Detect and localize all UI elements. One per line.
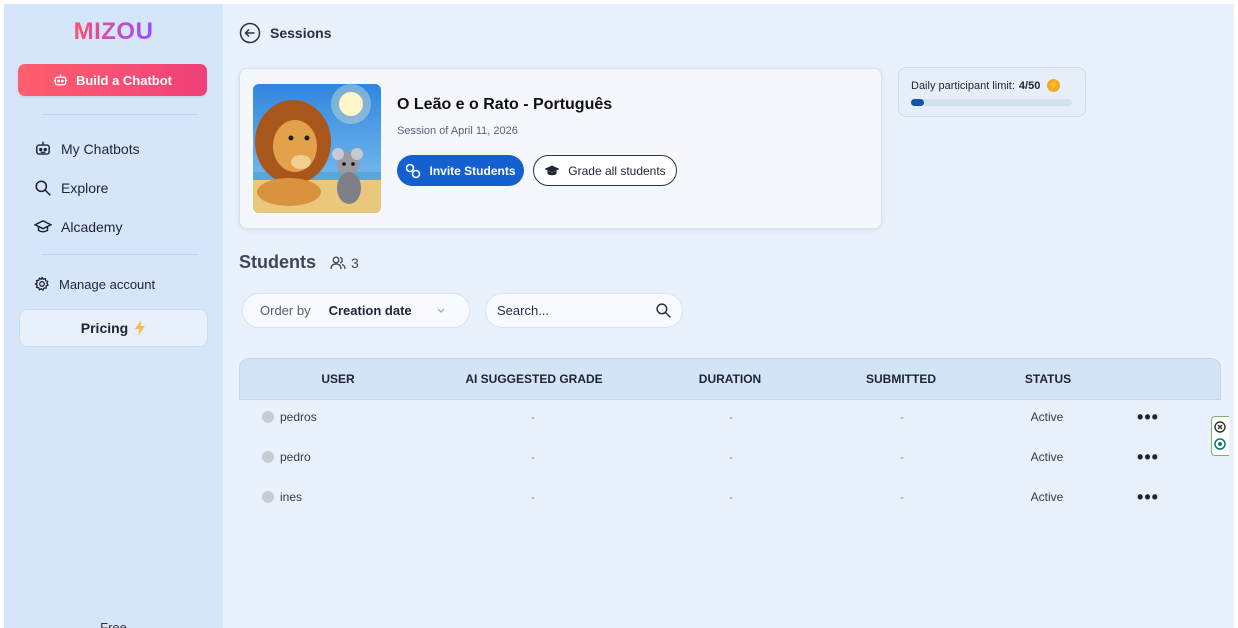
- app-window: MIZOU Build a Chatbot My Chatbots Explor…: [4, 4, 1234, 628]
- ai-grade-cell: -: [531, 490, 535, 504]
- invite-students-label: Invite Students: [429, 163, 516, 178]
- daily-limit-value: 4/50: [1018, 79, 1041, 92]
- students-header: Students 3: [239, 252, 359, 273]
- user-cell: pedros: [262, 410, 317, 424]
- table-row[interactable]: pedros - - - Active •••: [239, 399, 1219, 439]
- table-row[interactable]: pedro - - - Active •••: [239, 439, 1219, 479]
- order-by-select[interactable]: Order by Creation date: [242, 293, 470, 328]
- column-header-submitted[interactable]: SUBMITTED: [866, 372, 936, 386]
- graduation-cap-icon: [34, 219, 52, 233]
- table-row[interactable]: ines - - - Active •••: [239, 479, 1219, 519]
- submitted-cell: -: [900, 410, 904, 424]
- sidebar-item-label: My Chatbots: [61, 141, 140, 157]
- more-options-icon[interactable]: •••: [1137, 487, 1159, 508]
- daily-limit-text: Daily participant limit: 4/50 ⚡: [911, 79, 1061, 92]
- search-input[interactable]: Search...: [497, 303, 655, 318]
- order-by-label: Order by: [260, 303, 311, 318]
- back-to-sessions[interactable]: Sessions: [239, 22, 331, 44]
- session-thumbnail: [253, 84, 381, 213]
- sidebar-item-manage-account[interactable]: Manage account: [34, 276, 155, 292]
- build-chatbot-button[interactable]: Build a Chatbot: [18, 64, 207, 96]
- search-field[interactable]: Search...: [485, 293, 683, 328]
- sidebar: MIZOU Build a Chatbot My Chatbots Explor…: [4, 4, 223, 628]
- close-icon[interactable]: [1214, 421, 1226, 433]
- user-name: pedro: [280, 450, 311, 464]
- sidebar-item-label: Alcademy: [61, 219, 123, 235]
- chevron-down-icon: [437, 308, 445, 313]
- session-date: Session of April 11, 2026: [397, 125, 518, 137]
- sidebar-item-explore[interactable]: Explore: [34, 179, 108, 197]
- avatar: [262, 411, 274, 423]
- duration-cell: -: [729, 490, 733, 504]
- status-cell: Active: [1030, 410, 1064, 424]
- daily-limit-progress: [911, 99, 1072, 106]
- coin-icon: ⚡: [1047, 79, 1061, 92]
- sidebar-item-label: Explore: [61, 180, 109, 196]
- submitted-cell: -: [900, 450, 904, 464]
- invite-students-button[interactable]: Invite Students: [397, 155, 524, 186]
- sidebar-item-my-chatbots[interactable]: My Chatbots: [34, 140, 140, 158]
- lightning-icon: [135, 320, 146, 336]
- avatar: [262, 451, 274, 463]
- browser-extension-widget[interactable]: [1211, 416, 1229, 456]
- user-name: ines: [280, 490, 303, 504]
- session-title: O Leão e o Rato - Português: [397, 96, 613, 113]
- session-card: O Leão e o Rato - Português Session of A…: [239, 68, 882, 229]
- divider: [42, 114, 198, 115]
- users-icon: [330, 256, 346, 269]
- column-header-duration[interactable]: DURATION: [699, 372, 761, 386]
- bot-icon: [36, 141, 50, 155]
- grade-all-students-button[interactable]: Grade all students: [533, 155, 677, 186]
- students-heading: Students: [239, 252, 317, 272]
- plan-label: Free: [100, 620, 127, 628]
- ai-grade-cell: -: [531, 410, 535, 424]
- extension-logo-icon[interactable]: [1214, 438, 1226, 450]
- ai-grade-cell: -: [531, 450, 535, 464]
- gear-icon: [34, 276, 49, 291]
- link-icon: [406, 163, 421, 178]
- more-options-icon[interactable]: •••: [1137, 447, 1159, 468]
- submitted-cell: -: [900, 490, 904, 504]
- main-content: Sessions O Leão e o Rato - Português Ses…: [223, 4, 1234, 628]
- duration-cell: -: [729, 410, 733, 424]
- user-name: pedros: [280, 410, 317, 424]
- duration-cell: -: [729, 450, 733, 464]
- grade-all-students-label: Grade all students: [568, 163, 666, 178]
- sidebar-item-label: Manage account: [59, 276, 156, 292]
- logo[interactable]: MIZOU: [4, 18, 223, 46]
- students-count-value: 3: [351, 254, 359, 271]
- breadcrumb: Sessions: [270, 25, 332, 41]
- column-header-ai-grade[interactable]: AI SUGGESTED GRADE: [465, 372, 602, 386]
- column-header-status[interactable]: STATUS: [1025, 372, 1071, 386]
- user-cell: pedro: [262, 450, 311, 464]
- status-cell: Active: [1030, 490, 1064, 504]
- search-icon: [35, 180, 51, 196]
- more-options-icon[interactable]: •••: [1137, 407, 1159, 428]
- back-arrow-icon[interactable]: [239, 22, 261, 44]
- build-chatbot-label: Build a Chatbot: [75, 72, 173, 88]
- order-by-value: Creation date: [328, 303, 412, 318]
- avatar: [262, 491, 274, 503]
- column-header-user[interactable]: USER: [321, 372, 354, 386]
- status-cell: Active: [1030, 450, 1064, 464]
- daily-limit-progress-fill: [911, 99, 924, 106]
- graduation-cap-icon: [544, 165, 560, 175]
- pricing-label: Pricing: [80, 320, 129, 336]
- bot-icon: [53, 73, 68, 85]
- daily-limit-label: Daily participant limit:: [911, 79, 1015, 92]
- daily-limit-card: Daily participant limit: 4/50 ⚡: [898, 67, 1086, 117]
- user-cell: ines: [262, 490, 302, 504]
- divider: [42, 254, 198, 255]
- students-count: 3: [330, 255, 359, 271]
- search-icon[interactable]: [655, 302, 672, 319]
- sidebar-item-alcademy[interactable]: Alcademy: [34, 218, 122, 236]
- table-header: USER AI SUGGESTED GRADE DURATION SUBMITT…: [239, 358, 1221, 400]
- pricing-button[interactable]: Pricing: [19, 309, 208, 347]
